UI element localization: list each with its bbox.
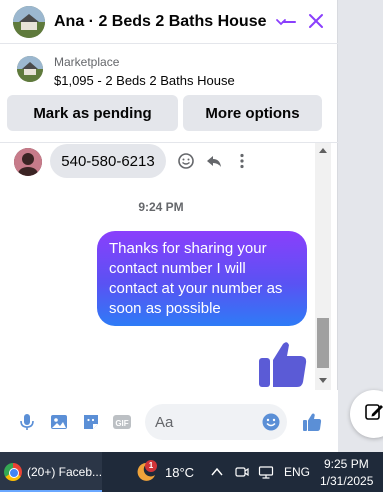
chevron-up-icon[interactable] bbox=[209, 464, 225, 480]
meet-now-icon[interactable] bbox=[234, 464, 250, 480]
taskbar-app-label: (20+) Faceb... bbox=[27, 465, 103, 479]
weather-badge: 1 bbox=[145, 460, 157, 472]
new-message-button[interactable] bbox=[350, 390, 383, 438]
outgoing-message-bubble[interactable]: Thanks for sharing your contact number I… bbox=[97, 231, 307, 326]
language-indicator[interactable]: ENG bbox=[284, 465, 310, 479]
house-thumbnail bbox=[13, 5, 45, 38]
listing-thumbnail[interactable] bbox=[17, 56, 43, 82]
listing-title[interactable]: $1,095 - 2 Beds 2 Baths House bbox=[54, 73, 235, 88]
reply-icon[interactable] bbox=[205, 152, 223, 170]
photo-icon[interactable] bbox=[49, 412, 69, 432]
message-scrollbar[interactable] bbox=[315, 143, 331, 390]
thumbs-up-icon[interactable] bbox=[257, 338, 309, 390]
chrome-icon bbox=[4, 463, 22, 481]
marketplace-label: Marketplace bbox=[54, 55, 120, 69]
clock-date[interactable]: 1/31/2025 bbox=[320, 474, 373, 488]
taskbar-chrome-app[interactable]: (20+) Faceb... bbox=[0, 452, 102, 492]
temperature[interactable]: 18°C bbox=[165, 465, 194, 480]
scrollbar-thumb[interactable] bbox=[317, 318, 329, 368]
message-input[interactable]: Aa bbox=[145, 404, 287, 440]
chat-window: Ana · 2 Beds 2 Baths House Marketplace $… bbox=[0, 0, 338, 452]
more-vertical-icon[interactable] bbox=[233, 152, 251, 170]
incoming-message-bubble[interactable]: 540-580-6213 bbox=[50, 144, 166, 178]
minimize-icon[interactable] bbox=[281, 14, 297, 30]
mark-as-pending-button[interactable]: Mark as pending bbox=[7, 95, 178, 131]
message-input-placeholder: Aa bbox=[155, 414, 174, 431]
emoji-icon[interactable] bbox=[261, 412, 281, 432]
close-icon[interactable] bbox=[308, 13, 324, 29]
more-options-button[interactable]: More options bbox=[183, 95, 322, 131]
microphone-icon[interactable] bbox=[17, 412, 37, 432]
scroll-down-arrow-icon[interactable] bbox=[319, 378, 327, 383]
sticker-icon[interactable] bbox=[81, 412, 101, 432]
conversation-title[interactable]: Ana · 2 Beds 2 Baths House bbox=[54, 13, 267, 31]
smiley-reaction-icon[interactable] bbox=[177, 152, 195, 170]
scroll-up-arrow-icon[interactable] bbox=[319, 148, 327, 153]
marketplace-listing: Marketplace $1,095 - 2 Beds 2 Baths Hous… bbox=[0, 45, 338, 143]
message-timestamp: 9:24 PM bbox=[138, 200, 184, 214]
gif-label: GIF bbox=[115, 419, 128, 428]
clock-time[interactable]: 9:25 PM bbox=[324, 457, 369, 471]
network-icon[interactable] bbox=[258, 464, 274, 480]
gif-icon[interactable]: GIF bbox=[112, 412, 132, 432]
send-thumbs-up-icon[interactable] bbox=[302, 412, 322, 432]
windows-taskbar: (20+) Faceb... 1 18°C ENG 9:25 PM 1/31/2… bbox=[0, 452, 383, 492]
edit-icon bbox=[365, 404, 383, 420]
avatar[interactable] bbox=[14, 148, 42, 176]
message-composer: GIF Aa bbox=[0, 390, 338, 452]
chat-header[interactable]: Ana · 2 Beds 2 Baths House bbox=[0, 0, 338, 44]
divider bbox=[0, 142, 338, 143]
